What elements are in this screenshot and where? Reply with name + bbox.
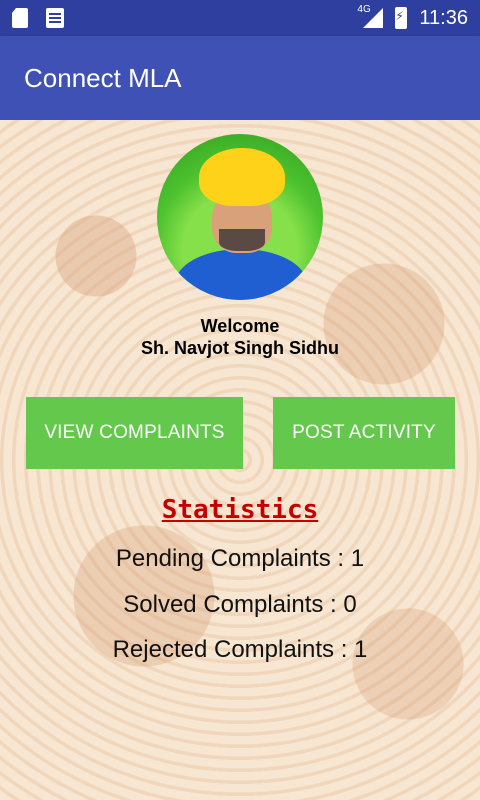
rejected-complaints-stat: Rejected Complaints : 1 xyxy=(112,636,368,663)
avatar-beard xyxy=(219,229,265,251)
profile-name: Sh. Navjot Singh Sidhu xyxy=(141,338,339,358)
signal-icon: 4G xyxy=(357,4,384,30)
status-right: 4G 11:36 xyxy=(357,4,468,30)
status-left xyxy=(12,8,64,28)
profile-avatar xyxy=(157,134,323,300)
view-complaints-button[interactable]: VIEW COMPLAINTS xyxy=(26,397,243,469)
sd-card-icon xyxy=(12,8,28,28)
main-content: Welcome Sh. Navjot Singh Sidhu VIEW COMP… xyxy=(0,120,480,800)
avatar-shirt xyxy=(175,249,307,300)
statistics-title: Statistics xyxy=(161,495,319,525)
pending-complaints-stat: Pending Complaints : 1 xyxy=(115,545,365,572)
post-activity-button[interactable]: POST ACTIVITY xyxy=(273,397,455,469)
welcome-label: Welcome xyxy=(200,316,280,336)
avatar-turban xyxy=(199,148,285,206)
app-bar: Connect MLA xyxy=(0,36,480,120)
welcome-block: Welcome Sh. Navjot Singh Sidhu xyxy=(0,315,480,359)
app-title: Connect MLA xyxy=(24,62,182,93)
document-icon xyxy=(46,8,64,28)
solved-complaints-stat: Solved Complaints : 0 xyxy=(123,591,357,618)
battery-charging-icon xyxy=(395,7,408,29)
status-bar: 4G 11:36 xyxy=(0,0,480,36)
status-time: 11:36 xyxy=(419,6,468,29)
